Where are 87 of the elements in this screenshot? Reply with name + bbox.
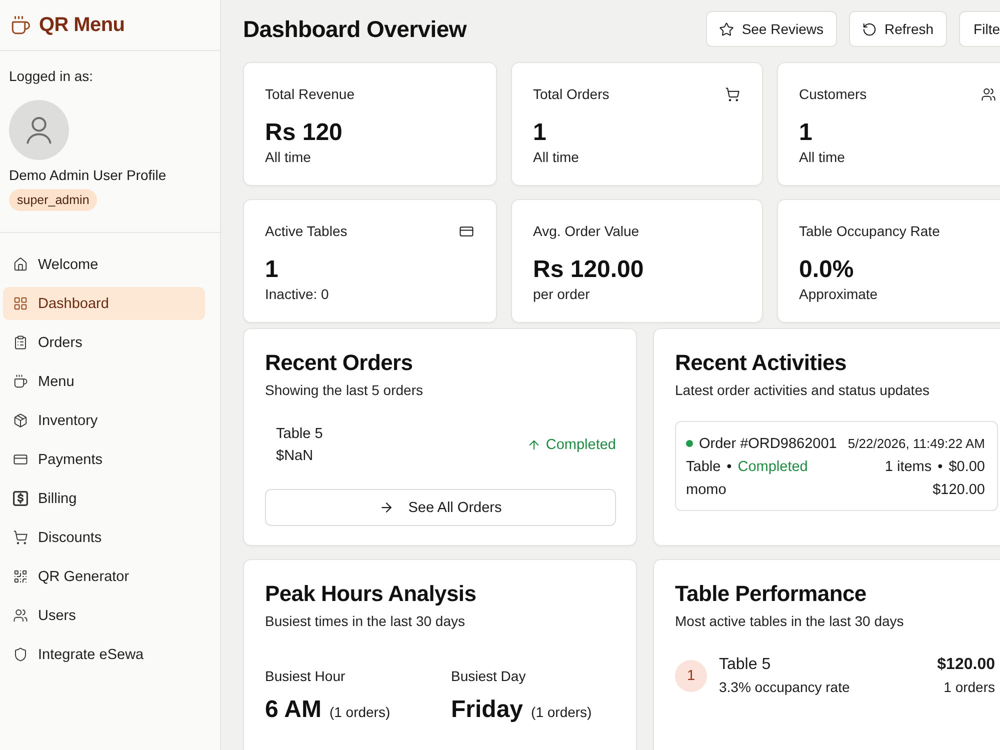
stat-label: Avg. Order Value [533,223,640,239]
stat-value: 0.0% [799,255,854,285]
peak-count: (1 orders) [531,703,592,722]
shield-icon [13,647,28,662]
nav-item[interactable]: Welcome [3,248,205,281]
stat-note: per order [533,285,590,303]
separator-dot: • [938,458,943,474]
stat-label: Total Orders [533,86,610,102]
stat-label: Table Occupancy Rate [799,223,940,239]
nav-item[interactable]: Integrate eSewa [3,638,205,671]
page-title: Dashboard Overview [243,16,468,42]
arrow-right-icon [379,500,394,515]
nav-item[interactable]: Menu [3,365,205,398]
order-total: $120.00 [932,482,985,498]
header-button[interactable]: See Reviews [706,11,837,47]
nav-item[interactable]: Billing [3,482,205,515]
cup-icon [13,374,28,389]
stat-label: Total Revenue [265,86,355,102]
peak-value: Friday [451,695,524,725]
star-icon [718,22,734,36]
stat-value: 1 [799,118,812,148]
users-icon [981,86,996,102]
qr-code-icon [13,569,28,584]
stat-label: Customers [799,86,867,102]
order-status: Completed [738,458,808,474]
order-status: Completed [546,437,616,453]
product-name: momo [686,482,726,498]
nav-item[interactable]: Discounts [3,521,205,554]
card-title: Table Performance [675,580,866,608]
card-title: Recent Activities [675,349,846,377]
users-icon [13,608,28,623]
clipboard-icon [13,335,28,350]
brand-name: QR Menu [39,14,125,36]
occupancy-rate: 3.3% occupancy rate [719,678,850,697]
header-button[interactable]: Refresh [848,11,947,47]
order-table: Table [686,458,721,474]
card-subtitle: Most active tables in the last 30 days [675,612,904,630]
stat-note: Approximate [799,285,878,303]
stat-value: Rs 120.00 [533,255,644,285]
nav-item[interactable]: Users [3,599,205,632]
stat-value: 1 [265,255,278,285]
item-count: 1 items [884,458,932,474]
stat-note: All time [533,148,579,166]
user-name: Demo Admin User Profile [9,166,166,184]
peak-label: Busiest Day [451,667,526,686]
cart-icon [13,530,28,545]
table-name: Table 5 [719,655,771,675]
card-title: Peak Hours Analysis [265,580,476,608]
stat-note: Inactive: 0 [265,285,329,303]
stat-note: All time [799,148,845,166]
rank-badge: 1 [675,660,707,692]
box-icon [13,413,28,428]
nav-item[interactable]: Orders [3,326,205,359]
card-icon [459,224,474,238]
stat-value: 1 [533,118,546,148]
see-all-orders-button[interactable]: See All Orders [265,489,616,526]
nav-item[interactable]: Payments [3,443,205,476]
cart-icon [725,86,740,102]
peak-count: (1 orders) [329,703,390,722]
home-icon [13,257,28,272]
role-badge: super_admin [9,189,98,211]
table-revenue: $120.00 [937,655,995,675]
peak-value: 6 AM [265,695,322,725]
cup-icon [10,14,31,36]
peak-label: Busiest Hour [265,667,346,686]
card-subtitle: Busiest times in the last 30 days [265,612,465,630]
grid-icon [13,296,28,311]
card-subtitle: Showing the last 5 orders [265,381,423,399]
stat-label: Active Tables [265,223,348,239]
header-button[interactable]: Filte [958,11,1000,47]
nav-item[interactable]: QR Generator [3,560,205,593]
stat-value: Rs 120 [265,118,342,148]
order-amount: $NaN [276,447,314,466]
stat-note: All time [265,148,311,166]
refresh-icon [862,22,877,36]
separator-dot: • [726,458,732,474]
table-orders: 1 orders [944,678,995,697]
logged-in-label: Logged in as: [9,67,94,85]
card-icon [13,452,28,467]
order-amount: $0.00 [948,458,985,474]
order-number: Order #ORD9862001 [699,436,837,452]
card-subtitle: Latest order activities and status updates [675,381,930,399]
card-title: Recent Orders [265,349,413,377]
order-table: Table 5 [276,423,323,445]
order-time: 5/22/2026, 11:49:22 AM [848,436,985,451]
nav-item[interactable]: Dashboard [3,287,205,320]
nav-item[interactable]: Inventory [3,404,205,437]
